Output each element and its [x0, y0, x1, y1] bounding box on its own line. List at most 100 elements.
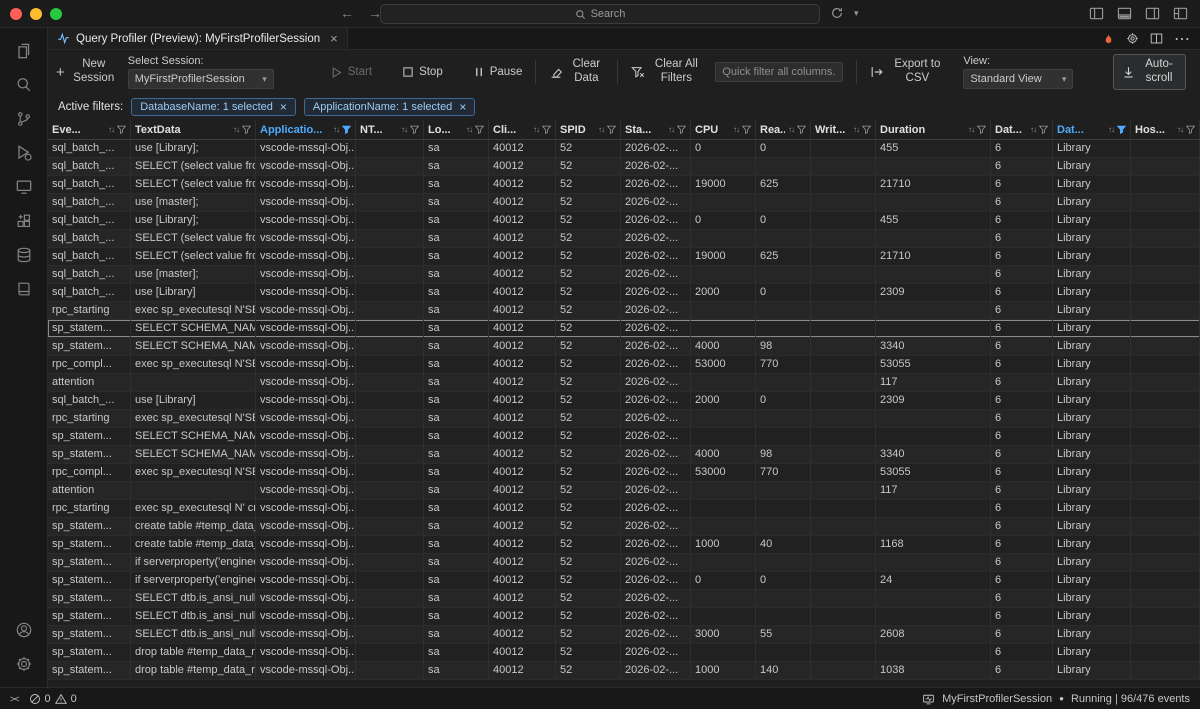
grid-cell[interactable]: vscode-mssql-Obj...: [256, 194, 356, 211]
grid-cell[interactable]: [691, 194, 756, 211]
grid-cell[interactable]: 40012: [489, 554, 556, 571]
grid-cell[interactable]: [876, 500, 991, 517]
grid-cell[interactable]: 52: [556, 428, 621, 445]
grid-cell[interactable]: 40012: [489, 302, 556, 319]
grid-cell[interactable]: sa: [424, 158, 489, 175]
filter-icon[interactable]: [1039, 125, 1048, 134]
grid-cell[interactable]: rpc_compl...: [48, 356, 131, 373]
column-header[interactable]: SPID↑↓: [556, 120, 621, 139]
grid-cell[interactable]: [356, 410, 424, 427]
filter-icon[interactable]: [475, 125, 484, 134]
grid-cell[interactable]: SELECT (select value from ...: [131, 158, 256, 175]
grid-cell[interactable]: sp_statem...: [48, 428, 131, 445]
grid-cell[interactable]: [811, 590, 876, 607]
grid-cell[interactable]: 52: [556, 248, 621, 265]
grid-cell[interactable]: [811, 176, 876, 193]
grid-cell[interactable]: vscode-mssql-Obj...: [256, 644, 356, 661]
grid-cell[interactable]: sp_statem...: [48, 446, 131, 463]
grid-cell[interactable]: vscode-mssql-Obj...: [256, 446, 356, 463]
grid-cell[interactable]: 52: [556, 608, 621, 625]
grid-cell[interactable]: 2026-02-...: [621, 554, 691, 571]
grid-cell[interactable]: sp_statem...: [48, 608, 131, 625]
grid-cell[interactable]: sa: [424, 410, 489, 427]
grid-cell[interactable]: [756, 518, 811, 535]
grid-cell[interactable]: exec sp_executesql N'SEL...: [131, 410, 256, 427]
column-header[interactable]: Dat...↑↓: [1053, 120, 1131, 139]
grid-cell[interactable]: Library: [1053, 464, 1131, 481]
grid-cell[interactable]: [356, 338, 424, 355]
grid-cell[interactable]: [756, 158, 811, 175]
grid-cell[interactable]: rpc_starting: [48, 302, 131, 319]
grid-cell[interactable]: sql_batch_...: [48, 140, 131, 157]
grid-cell[interactable]: exec sp_executesql N'SEL...: [131, 302, 256, 319]
grid-cell[interactable]: [756, 320, 811, 337]
grid-cell[interactable]: Library: [1053, 446, 1131, 463]
sort-icon[interactable]: ↑↓: [1108, 125, 1114, 134]
grid-cell[interactable]: [876, 158, 991, 175]
grid-cell[interactable]: vscode-mssql-Obj...: [256, 428, 356, 445]
grid-cell[interactable]: 2026-02-...: [621, 428, 691, 445]
grid-cell[interactable]: 55: [756, 626, 811, 643]
grid-cell[interactable]: Library: [1053, 410, 1131, 427]
grid-cell[interactable]: [691, 482, 756, 499]
grid-cell[interactable]: SELECT (select value from ...: [131, 248, 256, 265]
grid-cell[interactable]: sa: [424, 536, 489, 553]
grid-cell[interactable]: 40012: [489, 536, 556, 553]
grid-cell[interactable]: sa: [424, 374, 489, 391]
table-row[interactable]: rpc_compl...exec sp_executesql N'SEL...v…: [48, 464, 1200, 482]
grid-cell[interactable]: 117: [876, 482, 991, 499]
grid-cell[interactable]: 53000: [691, 464, 756, 481]
table-row[interactable]: sp_statem...drop table #temp_data_ret...…: [48, 662, 1200, 680]
grid-cell[interactable]: 6: [991, 410, 1053, 427]
grid-cell[interactable]: 0: [756, 284, 811, 301]
grid-cell[interactable]: sql_batch_...: [48, 176, 131, 193]
grid-cell[interactable]: vscode-mssql-Obj...: [256, 500, 356, 517]
grid-cell[interactable]: 6: [991, 176, 1053, 193]
grid-cell[interactable]: 19000: [691, 248, 756, 265]
grid-cell[interactable]: 40: [756, 536, 811, 553]
grid-cell[interactable]: [356, 248, 424, 265]
grid-cell[interactable]: 52: [556, 572, 621, 589]
grid-cell[interactable]: drop table #temp_data_ret...: [131, 644, 256, 661]
grid-cell[interactable]: [1131, 482, 1200, 499]
table-row[interactable]: sp_statem...SELECT SCHEMA_NAME(t...vscod…: [48, 428, 1200, 446]
settings-gear-icon[interactable]: [0, 647, 48, 681]
grid-cell[interactable]: Library: [1053, 500, 1131, 517]
grid-cell[interactable]: sa: [424, 140, 489, 157]
grid-cell[interactable]: 2026-02-...: [621, 284, 691, 301]
grid-cell[interactable]: 6: [991, 536, 1053, 553]
grid-cell[interactable]: [811, 392, 876, 409]
grid-cell[interactable]: if serverproperty('enginee...: [131, 572, 256, 589]
grid-cell[interactable]: [356, 320, 424, 337]
grid-cell[interactable]: 2026-02-...: [621, 266, 691, 283]
table-row[interactable]: sp_statem...if serverproperty('enginee..…: [48, 572, 1200, 590]
grid-cell[interactable]: vscode-mssql-Obj...: [256, 518, 356, 535]
grid-cell[interactable]: 0: [691, 572, 756, 589]
grid-cell[interactable]: 52: [556, 266, 621, 283]
grid-cell[interactable]: use [master];: [131, 194, 256, 211]
grid-cell[interactable]: [811, 518, 876, 535]
grid-cell[interactable]: rpc_starting: [48, 410, 131, 427]
grid-cell[interactable]: SELECT SCHEMA_NAME(t...: [131, 446, 256, 463]
column-header[interactable]: Duration↑↓: [876, 120, 991, 139]
sort-icon[interactable]: ↑↓: [108, 125, 114, 134]
grid-cell[interactable]: vscode-mssql-Obj...: [256, 410, 356, 427]
sort-icon[interactable]: ↑↓: [466, 125, 472, 134]
grid-cell[interactable]: 625: [756, 176, 811, 193]
grid-cell[interactable]: [811, 320, 876, 337]
grid-cell[interactable]: 53055: [876, 356, 991, 373]
grid-cell[interactable]: [356, 482, 424, 499]
grid-cell[interactable]: 3000: [691, 626, 756, 643]
grid-cell[interactable]: sa: [424, 248, 489, 265]
column-header[interactable]: Sta...↑↓: [621, 120, 691, 139]
grid-cell[interactable]: [356, 536, 424, 553]
grid-cell[interactable]: vscode-mssql-Obj...: [256, 230, 356, 247]
grid-cell[interactable]: 2026-02-...: [621, 194, 691, 211]
grid-cell[interactable]: 2000: [691, 284, 756, 301]
table-row[interactable]: sp_statem...SELECT dtb.is_ansi_null_d...…: [48, 608, 1200, 626]
grid-cell[interactable]: SELECT (select value from ...: [131, 176, 256, 193]
book-icon[interactable]: [0, 272, 48, 306]
grid-cell[interactable]: attention: [48, 482, 131, 499]
grid-cell[interactable]: [691, 428, 756, 445]
grid-cell[interactable]: vscode-mssql-Obj...: [256, 608, 356, 625]
